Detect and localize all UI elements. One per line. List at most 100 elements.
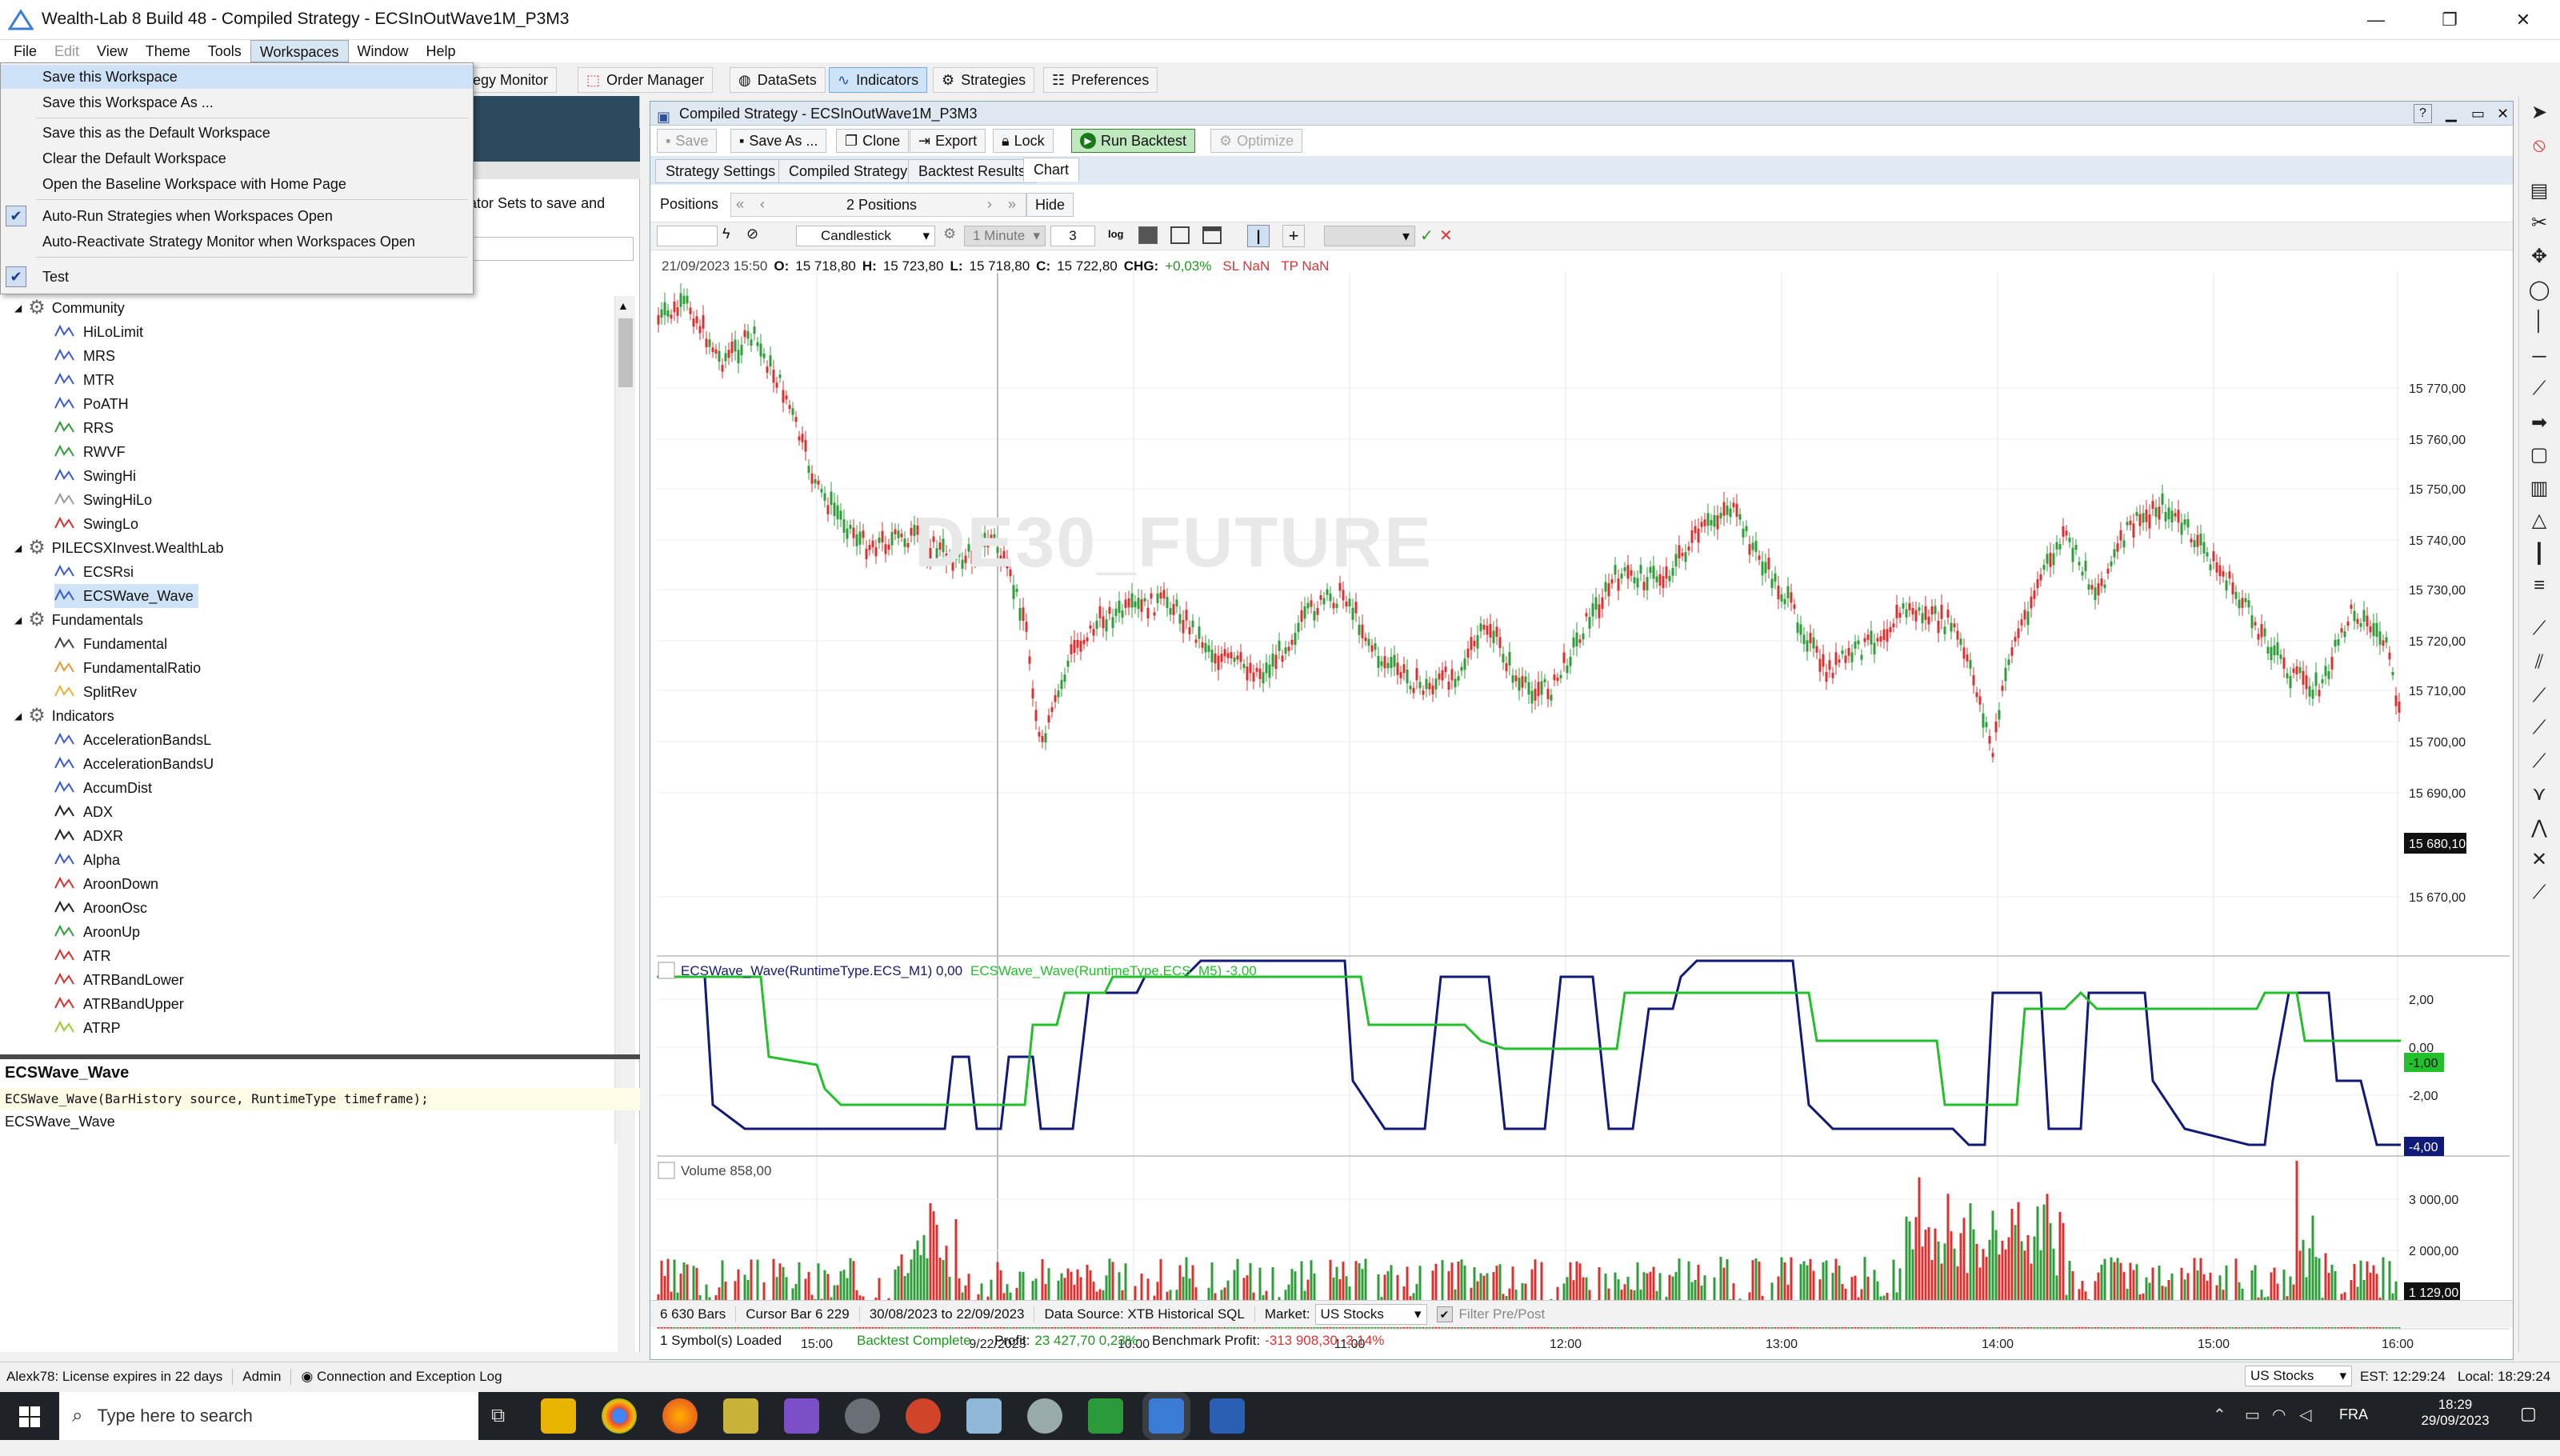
drawing-select[interactable]: ▾ <box>1324 226 1415 246</box>
filter-input[interactable] <box>470 237 634 261</box>
window-layout-icon[interactable] <box>1202 226 1222 244</box>
scroll-thumb[interactable] <box>618 318 633 387</box>
maximize-button[interactable]: ❐ <box>2413 0 2486 40</box>
cross-icon[interactable]: ✕ <box>2526 848 2553 875</box>
window-close-button[interactable]: ✕ <box>2497 102 2509 126</box>
status-market-select[interactable]: US Stocks ▾ <box>2245 1366 2352 1386</box>
tree-item[interactable]: AroonOsc <box>54 896 147 920</box>
taskbar-search[interactable]: ⌕ Type here to search <box>59 1392 478 1440</box>
channel-icon[interactable]: ⫽ <box>2526 651 2553 678</box>
app-icon[interactable] <box>1027 1398 1062 1434</box>
language-indicator[interactable]: FRA <box>2339 1406 2368 1423</box>
volume-icon[interactable]: ◁ <box>2299 1405 2311 1425</box>
collapse-icon[interactable]: ◢ <box>14 296 22 320</box>
settings-gear-icon[interactable]: ⚙ <box>943 226 956 242</box>
menu-item-auto-run[interactable]: Auto-Run Strategies when Workspaces Open <box>1 204 473 228</box>
tree-group[interactable]: ◢ ⚙ Fundamentals <box>14 608 143 632</box>
tree-item[interactable]: ECSRsi <box>54 560 134 584</box>
no-entry-icon[interactable]: ⦸ <box>2526 134 2553 162</box>
regression-icon[interactable]: ⟋ <box>2526 685 2553 712</box>
window-restore-button[interactable]: ▭ <box>2471 102 2485 126</box>
market-select[interactable]: US Stocks ▾ <box>1314 1303 1427 1325</box>
clone-button[interactable]: ❐ Clone <box>836 129 910 153</box>
fibonacci-icon[interactable]: ≡ <box>2526 574 2553 602</box>
trend-line-icon[interactable]: ⟋ <box>2526 378 2553 405</box>
tray-chevron-icon[interactable]: ⌃ <box>2213 1405 2226 1425</box>
menu-tools[interactable]: Tools <box>199 40 250 62</box>
prev-position-icon[interactable]: ‹ <box>760 196 765 213</box>
datasets-button[interactable]: ◍ DataSets <box>730 67 826 93</box>
tree-group[interactable]: ◢ ⚙ Indicators <box>14 704 114 728</box>
powerpoint-icon[interactable] <box>906 1398 941 1434</box>
save-button[interactable]: ▪ Save <box>657 129 718 153</box>
tree-item[interactable]: HiLoLimit <box>54 320 143 344</box>
tree-item[interactable]: MRS <box>54 344 115 368</box>
crosshair-toggle[interactable]: + <box>1282 225 1305 247</box>
tree-item[interactable]: RWVF <box>54 440 126 464</box>
optimize-button[interactable]: ⚙ Optimize <box>1210 129 1303 153</box>
menu-item-clear-default[interactable]: Clear the Default Workspace <box>1 146 473 170</box>
help-button[interactable]: ? <box>2414 104 2432 123</box>
gann-icon[interactable]: ⟋ <box>2526 618 2553 645</box>
first-position-icon[interactable]: « <box>736 196 744 213</box>
tree-item[interactable]: SplitRev <box>54 680 137 704</box>
tree-item[interactable]: SwingHiLo <box>54 488 152 512</box>
connection-log-link[interactable]: ◉ Connection and Exception Log <box>291 1369 511 1385</box>
arrow-icon[interactable]: ➡ <box>2526 411 2553 438</box>
tree-item[interactable]: SwingHi <box>54 464 136 488</box>
network-icon[interactable]: ▭ <box>2245 1405 2260 1425</box>
settings-icon[interactable] <box>845 1398 880 1434</box>
task-view-icon[interactable]: ⧉ <box>491 1405 505 1427</box>
menu-workspaces[interactable]: Workspaces <box>250 40 349 62</box>
tree-item[interactable]: FundamentalRatio <box>54 656 201 680</box>
visual-studio-icon[interactable] <box>784 1398 819 1434</box>
timeframe-select[interactable]: 1 Minute ▾ <box>964 226 1046 246</box>
tree-group[interactable]: ◢ ⚙ PILECSXInvest.WealthLab <box>14 536 224 560</box>
indicators-button[interactable]: ∿ Indicators <box>829 67 928 93</box>
tree-item[interactable]: ATRP <box>54 1016 121 1040</box>
window-minimize-button[interactable]: ▁ <box>2446 102 2457 126</box>
menu-item-save-default[interactable]: Save this as the Default Workspace <box>1 121 473 145</box>
toolbox-icon[interactable]: ▤ <box>2526 179 2553 206</box>
export-button[interactable]: ⇥ Export <box>910 129 986 153</box>
next-position-icon[interactable]: › <box>987 196 992 213</box>
move-icon[interactable]: ✥ <box>2526 245 2553 272</box>
tree-item[interactable]: Alpha <box>54 848 120 872</box>
menu-item-open-baseline[interactable]: Open the Baseline Workspace with Home Pa… <box>1 172 473 196</box>
word-icon[interactable] <box>1210 1398 1245 1434</box>
app-icon[interactable] <box>1088 1398 1123 1434</box>
last-position-icon[interactable]: » <box>1008 196 1016 213</box>
close-button[interactable]: ✕ <box>2486 0 2560 40</box>
tree-scrollbar[interactable]: ▲ ▼ <box>614 296 635 1144</box>
line-icon[interactable]: │ <box>2526 310 2553 338</box>
tab-compiled-strategy[interactable]: Compiled Strategy <box>778 159 918 183</box>
menu-item-save-workspace[interactable]: Save this Workspace <box>1 65 473 89</box>
tree-item[interactable]: ECSWave_Wave <box>54 584 198 608</box>
pointer-icon[interactable]: ➤ <box>2526 101 2553 128</box>
tree-item[interactable]: ATRBandUpper <box>54 992 184 1016</box>
polyline-icon[interactable]: ⟋ <box>2526 882 2553 909</box>
price-chart[interactable]: 15 770,00 15 760,00 15 750,00 15 740,00 15 7… <box>657 273 2510 1354</box>
log-scale-toggle[interactable]: log <box>1108 228 1124 240</box>
tab-chart[interactable]: Chart <box>1023 158 1080 182</box>
horizontal-line-icon[interactable]: ─ <box>2526 346 2553 373</box>
rectangle-icon[interactable]: ▢ <box>2526 443 2553 470</box>
hide-positions-button[interactable]: Hide <box>1026 193 1074 217</box>
interval-stepper[interactable]: 3 <box>1050 226 1095 246</box>
scissors-icon[interactable]: ✂ <box>2526 211 2553 238</box>
symbol-input[interactable] <box>657 226 718 246</box>
tree-item[interactable]: AccelerationBandsL <box>54 728 211 752</box>
menu-item-auto-reactivate[interactable]: Auto-Reactivate Strategy Monitor when Wo… <box>1 230 473 254</box>
taskbar-clock[interactable]: 18:29 29/09/2023 <box>2411 1397 2499 1429</box>
collapse-icon[interactable]: ◢ <box>14 608 22 632</box>
pane-layout-icon[interactable] <box>1170 226 1190 244</box>
speed-line-icon[interactable]: ⟋ <box>2526 717 2553 744</box>
windows-start-icon[interactable] <box>19 1406 40 1427</box>
preferences-button[interactable]: ☷ Preferences <box>1043 67 1158 93</box>
filter-checkbox[interactable]: ✔ <box>1436 1306 1453 1322</box>
menu-item-save-workspace-as[interactable]: Save this Workspace As ... <box>1 90 473 114</box>
menu-item-workspace-test[interactable]: Test <box>1 265 473 289</box>
pitchfork-icon[interactable]: ⟋ <box>2526 750 2553 778</box>
cancel-icon[interactable]: ✕ <box>1439 226 1453 246</box>
tree-item[interactable]: AroonUp <box>54 920 140 944</box>
